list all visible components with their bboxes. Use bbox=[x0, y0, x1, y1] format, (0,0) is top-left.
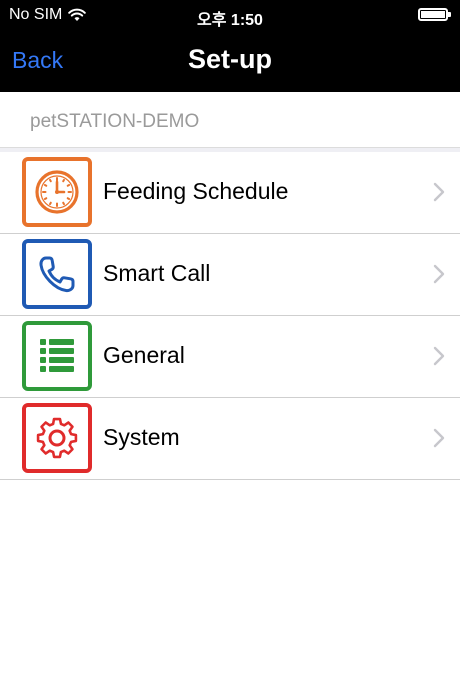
gear-icon bbox=[22, 403, 92, 473]
navigation-bar: Back Set-up bbox=[0, 32, 460, 92]
clock-icon bbox=[22, 157, 92, 227]
battery-level bbox=[421, 11, 445, 18]
battery-tip bbox=[448, 12, 451, 17]
menu-item-label: General bbox=[103, 342, 185, 368]
page-title: Set-up bbox=[188, 44, 272, 74]
chevron-right-icon bbox=[433, 182, 445, 202]
chevron-right-icon bbox=[433, 346, 445, 366]
list-icon bbox=[22, 321, 92, 391]
menu-item-system[interactable]: System bbox=[0, 398, 460, 480]
chevron-right-icon bbox=[433, 264, 445, 284]
status-time: 오후 1:50 bbox=[197, 12, 263, 29]
device-header: petSTATION-DEMO bbox=[0, 92, 460, 148]
settings-menu: Feeding Schedule Smart Call General Syst… bbox=[0, 152, 460, 480]
menu-item-label: System bbox=[103, 424, 180, 450]
menu-item-label: Smart Call bbox=[103, 260, 211, 286]
device-name: petSTATION-DEMO bbox=[30, 111, 200, 132]
chevron-right-icon bbox=[433, 428, 445, 448]
menu-item-general[interactable]: General bbox=[0, 316, 460, 398]
menu-item-feeding-schedule[interactable]: Feeding Schedule bbox=[0, 152, 460, 234]
battery-icon bbox=[418, 8, 451, 21]
menu-item-label: Feeding Schedule bbox=[103, 178, 289, 204]
menu-item-smart-call[interactable]: Smart Call bbox=[0, 234, 460, 316]
status-bar: No SIM 오후 1:50 bbox=[0, 0, 460, 32]
phone-icon bbox=[22, 239, 92, 309]
